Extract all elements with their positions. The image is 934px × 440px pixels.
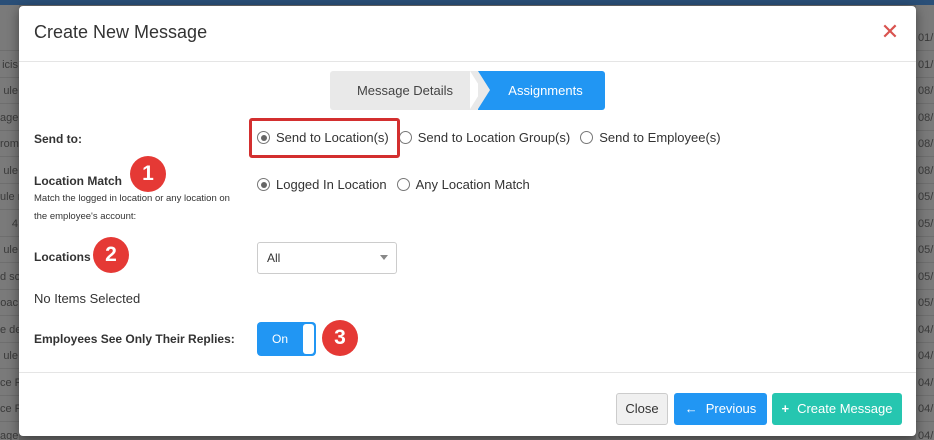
chevron-down-icon: [380, 255, 388, 260]
send-to-label: Send to:: [34, 132, 82, 146]
location-match-label: Location Match: [34, 174, 123, 188]
background-cell: 04/: [916, 423, 934, 440]
background-cell: oac: [0, 290, 19, 316]
background-cell: 04/: [916, 343, 934, 369]
background-cell: d sc: [0, 264, 19, 290]
background-cell: 04/: [916, 370, 934, 396]
background-cell: 05/: [916, 211, 934, 237]
location-match-radio-group: Logged In Location Any Location Match: [257, 177, 540, 192]
replies-label: Employees See Only Their Replies:: [34, 332, 235, 346]
background-cell: 01/: [916, 52, 934, 78]
replies-toggle[interactable]: On: [257, 322, 316, 356]
background-cell: ce P: [0, 370, 19, 396]
background-cell: 05/: [916, 237, 934, 263]
background-cell: [0, 25, 19, 51]
radio-logged-in-location[interactable]: Logged In Location: [257, 177, 387, 192]
background-cell: icis: [0, 52, 19, 78]
radio-send-to-employees[interactable]: Send to Employee(s): [580, 130, 721, 145]
close-x-icon[interactable]: ✕: [880, 20, 900, 44]
background-cell: 08/: [916, 131, 934, 157]
background-table-left: icisuleageromuleule n4uled scoace deulec…: [0, 5, 19, 440]
modal-title: Create New Message: [34, 22, 208, 42]
highlight-annotation-box: [249, 118, 400, 158]
background-cell: 05/: [916, 264, 934, 290]
radio-unchecked-icon: [398, 131, 412, 144]
background-cell: ule: [0, 237, 19, 263]
toggle-knob: [303, 324, 314, 354]
locations-label: Locations: [34, 250, 91, 264]
background-cell: 04/: [916, 317, 934, 343]
radio-any-location-match[interactable]: Any Location Match: [396, 177, 530, 192]
step-assignments-label: Assignments: [508, 83, 583, 98]
close-button[interactable]: Close: [616, 393, 668, 425]
locations-status-text: No Items Selected: [34, 291, 141, 306]
background-cell: age: [0, 105, 19, 131]
radio-send-to-location-groups[interactable]: Send to Location Group(s): [398, 130, 571, 145]
background-cell: rom: [0, 131, 19, 157]
background-cell: ule: [0, 343, 19, 369]
create-message-button[interactable]: + Create Message: [772, 393, 902, 425]
background-table-right: 01/01/08/08/08/08/05/05/05/05/05/04/04/0…: [916, 5, 934, 440]
radio-checked-icon: [257, 178, 270, 191]
background-cell: ce P: [0, 396, 19, 422]
background-cell: 01/: [916, 25, 934, 51]
previous-button-label: Previous: [705, 401, 757, 416]
background-cell: ule: [0, 158, 19, 184]
radio-label: Any Location Match: [415, 177, 530, 192]
annotation-badge-2: 2: [93, 237, 129, 273]
background-topbar: [0, 0, 934, 5]
annotation-badge-3: 3: [322, 320, 358, 356]
radio-label: Send to Employee(s): [599, 130, 721, 145]
background-cell: 05/: [916, 184, 934, 210]
background-cell: 08/: [916, 158, 934, 184]
locations-select[interactable]: All: [257, 242, 397, 274]
locations-selected-value: All: [267, 251, 281, 265]
background-cell: 08/: [916, 78, 934, 104]
background-cell: 4: [0, 211, 19, 237]
radio-label: Send to Location Group(s): [417, 130, 571, 145]
background-cell: 05/: [916, 290, 934, 316]
modal-header: Create New Message ✕: [19, 6, 916, 62]
background-cell: e de: [0, 317, 19, 343]
location-match-help-text: Match the logged in location or any loca…: [34, 193, 230, 222]
previous-button[interactable]: ← Previous: [674, 393, 767, 425]
step-message-details[interactable]: Message Details: [330, 71, 482, 110]
background-cell: ule: [0, 78, 19, 104]
modal-footer: Close ← Previous + Create Message: [19, 372, 916, 436]
arrow-left-icon: ←: [684, 401, 698, 416]
create-message-modal: Create New Message ✕ Message Details Ass…: [19, 6, 916, 436]
radio-unchecked-icon: [396, 178, 410, 191]
annotation-badge-1: 1: [130, 156, 166, 192]
plus-icon: +: [781, 401, 790, 416]
radio-unchecked-icon: [580, 131, 594, 144]
background-cell: ule n: [0, 184, 19, 210]
step-assignments[interactable]: Assignments: [478, 71, 605, 110]
toggle-state-label: On: [271, 332, 288, 346]
create-message-button-label: Create Message: [797, 401, 893, 416]
background-cell: age: [0, 423, 19, 440]
background-cell: 08/: [916, 105, 934, 131]
background-cell: 04/: [916, 396, 934, 422]
radio-label: Logged In Location: [276, 177, 387, 192]
